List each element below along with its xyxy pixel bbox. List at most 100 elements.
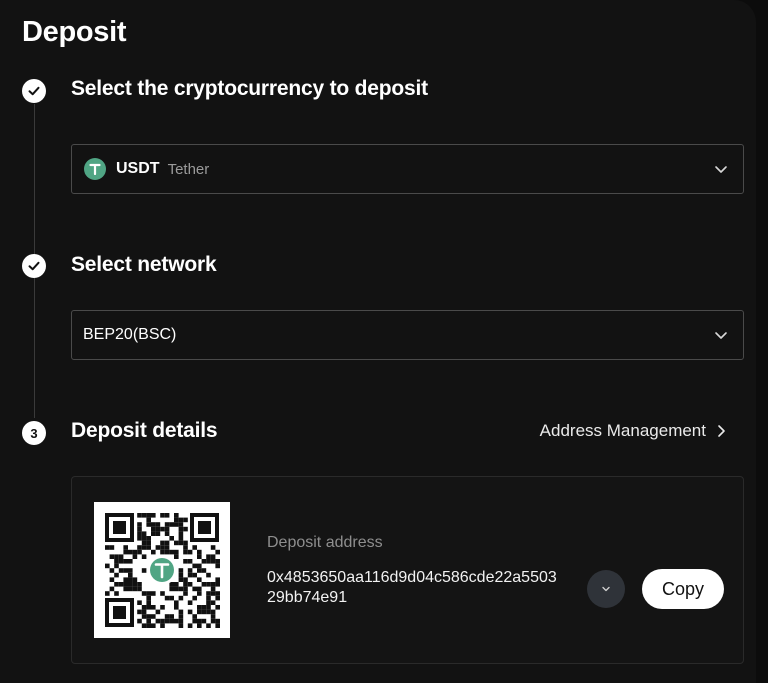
qr-module [114,591,119,596]
qr-module [155,526,161,532]
qr-module [164,540,170,546]
qr-module [155,531,161,536]
qr-module [197,586,202,592]
qr-finder-top-right [190,513,219,542]
copy-button[interactable]: Copy [642,569,724,609]
qr-module [183,586,188,592]
qr-module [155,522,161,527]
chevron-right-icon [718,425,725,437]
qr-module [141,605,147,610]
qr-module [164,614,170,619]
qr-module [137,526,142,532]
qr-module [206,554,211,559]
qr-finder-top-left [105,513,134,542]
qr-module [197,623,202,628]
qr-module [123,568,128,573]
qr-module [174,554,179,559]
qr-module [151,549,156,555]
tether-icon [84,158,106,180]
qr-module [128,582,133,587]
qr-module [197,549,202,555]
qr-module [146,614,151,619]
qr-module [151,623,156,628]
qr-module [169,549,174,555]
qr-module [210,614,216,619]
qr-module [178,577,184,582]
deposit-address-label: Deposit address [267,534,383,551]
qr-module [174,517,179,523]
qr-module [183,577,188,582]
qr-module [141,623,147,628]
qr-module [183,582,188,587]
qr-module [123,545,128,550]
qr-module [118,582,124,587]
qr-module [146,623,151,628]
qr-module [164,549,170,555]
qr-module [105,545,110,550]
qr-module [201,605,207,610]
qr-module [151,591,156,596]
qr-module [187,609,193,615]
qr-module [210,609,216,615]
qr-module [137,549,142,555]
qr-module [164,545,170,550]
qr-module [146,536,151,541]
qr-module [109,568,115,573]
qr-module [201,582,207,587]
expand-address-button[interactable] [587,570,625,608]
qr-module [192,563,197,569]
qr-module [174,582,179,587]
qr-module [132,582,138,587]
qr-module [169,618,174,624]
qr-module [123,586,128,592]
qr-module [174,586,179,592]
qr-module [151,522,156,527]
qr-module [178,618,184,624]
qr-module [197,554,202,559]
qr-module [151,614,156,619]
qr-module [210,600,216,605]
qr-module [174,549,179,555]
qr-module [178,522,184,527]
qr-module [155,545,161,550]
qr-module [201,568,207,573]
qr-module [141,614,147,619]
qr-module [141,545,147,550]
qr-module [160,618,165,624]
qr-module [155,618,161,624]
step-1-title: Select the cryptocurrency to deposit [71,77,428,100]
chevron-down-icon [715,332,727,339]
qr-module [174,600,179,605]
qr-module [215,618,220,624]
qr-module [210,582,216,587]
qr-module [151,605,156,610]
deposit-panel: Deposit Select the cryptocurrency to dep… [0,0,756,683]
qr-module [183,526,188,532]
qr-module [197,605,202,610]
qr-module [160,591,165,596]
qr-module [141,513,147,518]
qr-module [146,595,151,601]
qr-module [206,600,211,605]
address-management-link[interactable]: Address Management [540,421,726,441]
qr-module [206,591,211,596]
qr-module [160,513,165,518]
qr-module [206,623,211,628]
cryptocurrency-select[interactable]: USDT Tether [71,144,744,194]
qr-module [201,618,207,624]
qr-module [137,536,142,541]
qr-module [206,595,211,601]
page-title: Deposit [22,16,127,48]
network-select[interactable]: BEP20(BSC) [71,310,744,360]
qr-module [210,618,216,624]
qr-module [118,559,124,564]
qr-module [137,586,142,592]
coin-symbol: USDT [116,160,160,177]
qr-module [132,549,138,555]
qr-module [192,614,197,619]
qr-module [187,568,193,573]
qr-module [192,595,197,601]
qr-module [128,549,133,555]
qr-module [146,591,151,596]
qr-module [178,526,184,532]
